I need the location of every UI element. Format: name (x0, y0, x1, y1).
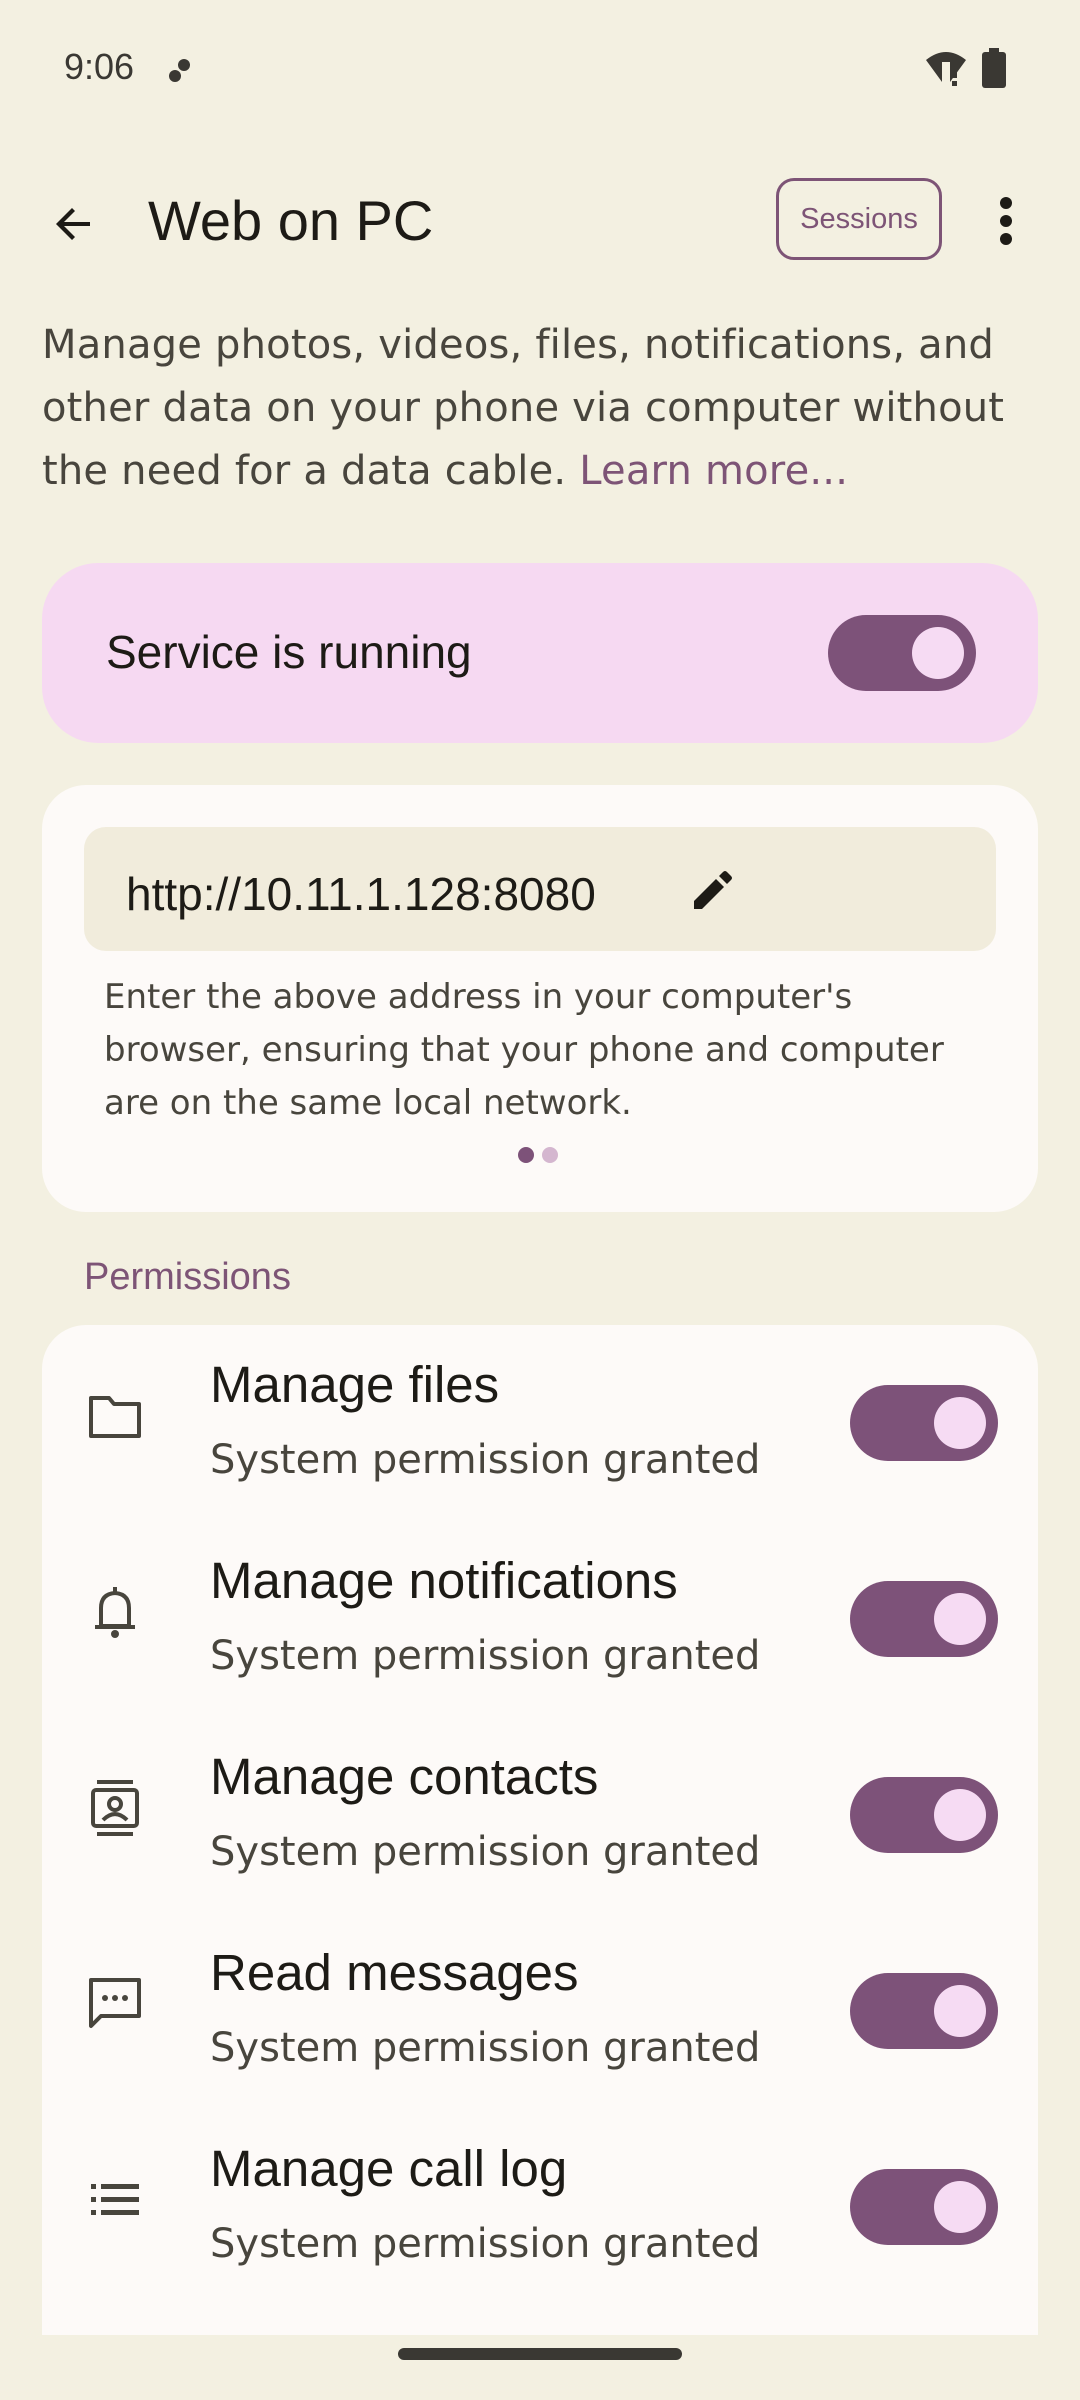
permission-item-files[interactable]: Manage files System permission granted (42, 1325, 1038, 1521)
back-button[interactable] (36, 186, 112, 262)
toggle-knob (934, 1397, 986, 1449)
toggle-knob (934, 1985, 986, 2037)
server-url: http://10.11.1.128:8080 (126, 868, 596, 920)
page-dot (542, 1147, 558, 1163)
permission-status: System permission granted (210, 2221, 761, 2267)
permission-item-contacts[interactable]: Manage contacts System permission grante… (42, 1717, 1038, 1913)
permission-status: System permission granted (210, 1633, 761, 1679)
arrow-back-icon (56, 208, 90, 240)
sessions-button[interactable]: Sessions (776, 178, 942, 260)
permission-toggle-files[interactable] (850, 1385, 998, 1461)
contacts-icon (82, 1775, 148, 1841)
service-toggle[interactable] (828, 615, 976, 691)
permissions-list: Manage files System permission granted M… (42, 1325, 1038, 2335)
service-status-card[interactable]: Service is running (42, 563, 1038, 743)
pencil-icon (694, 871, 732, 909)
address-card: http://10.11.1.128:8080 Enter the above … (42, 785, 1038, 1212)
intro-description: Manage photos, videos, files, notificati… (42, 314, 1042, 503)
permission-title: Manage contacts (210, 1748, 599, 1805)
permission-item-call-log[interactable]: Manage call log System permission grante… (42, 2109, 1038, 2305)
more-vert-icon (1000, 197, 1012, 245)
bell-icon (82, 1579, 148, 1645)
permission-status: System permission granted (210, 1829, 761, 1875)
permissions-section-title: Permissions (84, 1256, 291, 1298)
toggle-knob (934, 2181, 986, 2233)
permission-title: Manage call log (210, 2140, 568, 2197)
toggle-knob (912, 627, 964, 679)
page-indicator (518, 1147, 558, 1163)
permission-toggle-call-log[interactable] (850, 2169, 998, 2245)
battery-icon (982, 48, 1006, 88)
permission-status: System permission granted (210, 1437, 761, 1483)
permission-title: Manage notifications (210, 1552, 678, 1609)
intro-text: Manage photos, videos, files, notificati… (42, 322, 1005, 494)
status-time: 9:06 (64, 46, 135, 87)
list-icon (82, 2167, 148, 2233)
wifi-icon (926, 52, 966, 86)
edit-url-button[interactable] (686, 865, 738, 917)
permission-item-notifications[interactable]: Manage notifications System permission g… (42, 1521, 1038, 1717)
permission-title: Manage files (210, 1356, 500, 1413)
toggle-knob (934, 1593, 986, 1645)
page-dot-active (518, 1147, 534, 1163)
home-indicator[interactable] (398, 2348, 682, 2360)
permission-toggle-contacts[interactable] (850, 1777, 998, 1853)
permission-item-messages[interactable]: Read messages System permission granted (42, 1913, 1038, 2109)
app-bar: Web on PC Sessions (0, 160, 1080, 280)
permission-title: Read messages (210, 1944, 579, 2001)
notification-dots-icon (169, 59, 190, 82)
address-hint: Enter the above address in your computer… (104, 977, 944, 1123)
status-bar: 9:06 (0, 0, 1080, 136)
service-status-label: Service is running (106, 626, 472, 678)
more-options-button[interactable] (988, 188, 1024, 254)
toggle-knob (934, 1789, 986, 1841)
page-title: Web on PC (148, 189, 434, 252)
permission-toggle-messages[interactable] (850, 1973, 998, 2049)
address-box: http://10.11.1.128:8080 (84, 827, 996, 951)
message-icon (82, 1971, 148, 2037)
permission-toggle-notifications[interactable] (850, 1581, 998, 1657)
permission-status: System permission granted (210, 2025, 761, 2071)
folder-icon (82, 1383, 148, 1449)
learn-more-link[interactable]: Learn more... (579, 448, 848, 494)
